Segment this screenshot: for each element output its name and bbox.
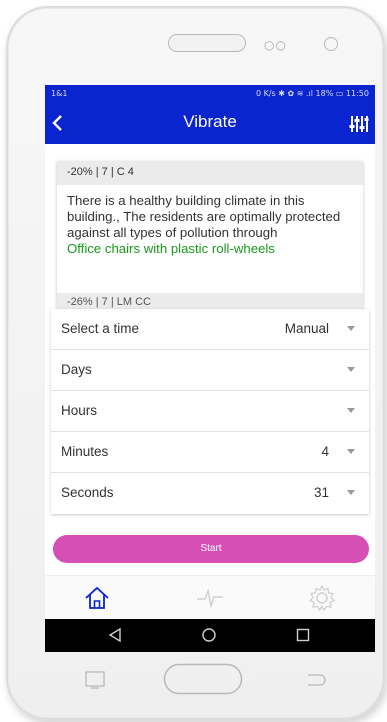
sensor-dots: ○○ (264, 38, 287, 52)
row-value: Manual (284, 321, 329, 336)
gear-icon[interactable] (307, 584, 337, 612)
time-form: Select a time Manual Days Hours Minutes … (51, 309, 369, 514)
row-label: Days (61, 362, 92, 377)
card-body: There is a healthy building climate in t… (57, 185, 363, 257)
nav-recents-icon[interactable] (295, 627, 311, 647)
chevron-down-icon (347, 326, 355, 331)
select-time-dropdown[interactable]: Select a time Manual (51, 309, 369, 350)
back-key-icon[interactable] (306, 672, 328, 692)
carrier-label: 1&1 (51, 89, 68, 98)
chevron-down-icon (347, 408, 355, 413)
card-text: There is a healthy building climate in t… (67, 193, 341, 240)
row-value: 4 (321, 444, 329, 459)
days-dropdown[interactable]: Days (51, 350, 369, 391)
next-card-header: -26% | 7 | LM CC (57, 293, 363, 309)
app-bar: Vibrate (45, 104, 375, 144)
phone-frame: ○○ 1&1 0 K/s ✱ ✿ ≋ .ıl 18% ▭ 11:50 Vibra… (6, 6, 385, 720)
home-hardware-button[interactable] (163, 663, 243, 699)
page-title: Vibrate (183, 112, 237, 131)
nav-home-icon[interactable] (201, 627, 217, 647)
seconds-dropdown[interactable]: Seconds 31 (51, 473, 369, 514)
status-bar: 1&1 0 K/s ✱ ✿ ≋ .ıl 18% ▭ 11:50 (45, 85, 375, 104)
row-label: Minutes (61, 444, 109, 459)
row-value: 31 (313, 485, 329, 500)
minutes-dropdown[interactable]: Minutes 4 (51, 432, 369, 473)
hours-dropdown[interactable]: Hours (51, 391, 369, 432)
row-label: Select a time (61, 321, 140, 336)
chevron-down-icon (347, 449, 355, 454)
chevron-down-icon (347, 367, 355, 372)
home-icon[interactable] (82, 584, 112, 612)
card-header: -20% | 7 | C 4 (57, 161, 363, 185)
card-highlight: Office chairs with plastic roll-wheels (67, 241, 275, 256)
nav-back-icon[interactable] (107, 627, 123, 647)
start-button[interactable]: Start (53, 535, 369, 563)
chevron-down-icon (347, 490, 355, 495)
recent-apps-key-icon[interactable] (84, 670, 106, 694)
status-indicators: 0 K/s ✱ ✿ ≋ .ıl 18% ▭ 11:50 (255, 89, 369, 98)
screen: 1&1 0 K/s ✱ ✿ ≋ .ıl 18% ▭ 11:50 Vibrate (45, 85, 375, 652)
bottom-tab-bar (45, 575, 375, 620)
tune-sliders-icon[interactable] (349, 114, 369, 134)
system-nav-bar (45, 619, 375, 652)
info-card: -20% | 7 | C 4 There is a healthy buildi… (57, 161, 363, 309)
pulse-icon[interactable] (195, 584, 225, 612)
row-label: Seconds (61, 485, 114, 500)
front-camera (324, 37, 338, 51)
earpiece-speaker (168, 34, 246, 52)
row-label: Hours (61, 403, 98, 418)
